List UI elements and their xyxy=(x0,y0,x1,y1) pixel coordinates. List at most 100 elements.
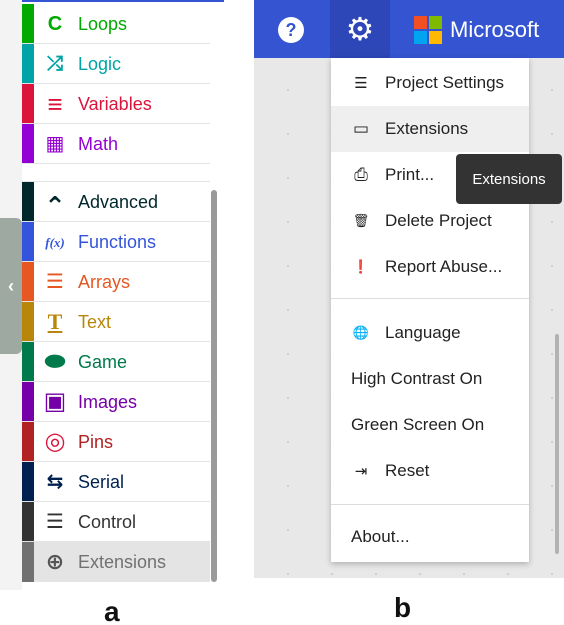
menu-item-label: Project Settings xyxy=(385,73,505,92)
menu-item-label: Reset xyxy=(385,461,430,480)
toolbox-category-list: C Loops ⤮ Logic ≡ Variables ▦ Math ⌃ Adv… xyxy=(22,4,210,586)
category-color-bar xyxy=(22,462,34,501)
category-images[interactable]: ▣ Images xyxy=(22,382,210,422)
menu-item-reset[interactable]: ⇥ Reset xyxy=(331,448,529,494)
menu-item-report-abuse[interactable]: ❗ Report Abuse... xyxy=(331,244,529,290)
logic-shuffle-icon: ⤮ xyxy=(47,53,63,75)
serial-usb-icon: ⇆ xyxy=(46,471,64,493)
category-color-bar xyxy=(22,542,34,582)
category-pins[interactable]: ◎ Pins xyxy=(22,422,210,462)
toolbox-top-border xyxy=(22,0,224,2)
category-color-bar xyxy=(22,262,34,301)
trash-icon: 🗑 xyxy=(352,213,370,228)
drive-icon: ▭ xyxy=(352,119,370,138)
category-advanced[interactable]: ⌃ Advanced xyxy=(22,182,210,222)
category-logic[interactable]: ⤮ Logic xyxy=(22,44,210,84)
category-color-bar xyxy=(22,4,34,43)
category-color-bar xyxy=(22,222,34,261)
toolbox-panel: C Loops ⤮ Logic ≡ Variables ▦ Math ⌃ Adv… xyxy=(0,0,224,590)
menu-separator xyxy=(331,298,529,299)
microsoft-brand-label: Microsoft xyxy=(450,17,540,42)
category-control[interactable]: ☰ Control xyxy=(22,502,210,542)
pins-target-icon: ◎ xyxy=(44,428,66,455)
menu-item-label: Green Screen On xyxy=(351,415,485,434)
functions-icon: f(x) xyxy=(45,234,65,250)
help-icon: ? xyxy=(285,19,297,40)
extensions-tooltip: Extensions xyxy=(456,154,562,204)
menu-item-green-screen[interactable]: Green Screen On xyxy=(331,402,529,448)
category-functions[interactable]: f(x) Functions xyxy=(22,222,210,262)
math-calculator-icon: ▦ xyxy=(45,133,65,155)
category-color-bar xyxy=(22,44,34,83)
menu-item-label: Delete Project xyxy=(385,211,492,230)
workspace-scrollbar[interactable] xyxy=(555,334,559,554)
category-label: Text xyxy=(78,312,112,332)
category-color-bar xyxy=(22,182,34,221)
menu-item-extensions[interactable]: ▭ Extensions xyxy=(331,106,529,152)
chevron-up-icon: ⌃ xyxy=(44,191,66,221)
category-color-bar xyxy=(22,124,34,163)
category-label: Math xyxy=(78,134,119,154)
menu-item-delete-project[interactable]: 🗑 Delete Project xyxy=(331,198,529,244)
sliders-icon: ☰ xyxy=(354,75,368,92)
arrays-list-icon: ☰ xyxy=(46,271,64,293)
control-server-icon: ☰ xyxy=(46,511,64,533)
settings-button[interactable]: ⚙ xyxy=(330,0,390,58)
menu-item-language[interactable]: 🌐 Language xyxy=(331,310,529,356)
category-label: Serial xyxy=(78,472,125,492)
menu-item-label: High Contrast On xyxy=(351,369,483,388)
chevron-left-icon: ‹ xyxy=(8,275,14,296)
category-label: Pins xyxy=(78,432,114,452)
category-label: Logic xyxy=(78,54,122,74)
microsoft-logo-icon xyxy=(414,16,442,44)
category-math[interactable]: ▦ Math xyxy=(22,124,210,164)
category-color-bar xyxy=(22,84,34,123)
category-label: Functions xyxy=(78,232,157,252)
category-label: Extensions xyxy=(78,552,167,572)
figure-caption-a: a xyxy=(104,596,120,625)
category-label: Advanced xyxy=(78,192,159,212)
category-color-bar xyxy=(22,422,34,461)
category-loops[interactable]: C Loops xyxy=(22,4,210,44)
category-label: Variables xyxy=(78,94,152,114)
menu-item-label: Report Abuse... xyxy=(385,257,503,276)
game-controller-icon: ⬬ xyxy=(44,348,66,375)
category-variables[interactable]: ≡ Variables xyxy=(22,84,210,124)
category-arrays[interactable]: ☰ Arrays xyxy=(22,262,210,302)
menu-item-label: Extensions xyxy=(385,119,469,138)
settings-dropdown-menu: ☰ Project Settings ▭ Extensions ⎙ Print.… xyxy=(331,58,529,562)
category-game[interactable]: ⬬ Game xyxy=(22,342,210,382)
category-label: Control xyxy=(78,512,137,532)
category-color-bar xyxy=(22,502,34,541)
category-label: Arrays xyxy=(78,272,131,292)
loops-icon: C xyxy=(47,13,63,35)
gear-icon: ⚙ xyxy=(345,11,375,47)
menu-item-label: Print... xyxy=(385,165,435,184)
text-icon: T xyxy=(47,309,63,334)
help-button[interactable]: ? xyxy=(278,17,304,43)
toolbox-divider xyxy=(22,172,210,182)
menu-item-label: Language xyxy=(385,323,461,342)
menu-item-about[interactable]: About... xyxy=(331,514,529,560)
printer-icon: ⎙ xyxy=(354,165,368,184)
category-color-bar xyxy=(22,302,34,341)
category-color-bar xyxy=(22,342,34,381)
settings-menu-panel: ? ⚙ Microsoft ☰ Project Settings ▭ Exten… xyxy=(254,0,564,578)
images-icon: ▣ xyxy=(43,388,67,415)
variables-icon: ≡ xyxy=(47,89,63,119)
menu-item-label: About... xyxy=(351,527,410,546)
category-text[interactable]: T Text xyxy=(22,302,210,342)
figure-caption-b: b xyxy=(394,592,412,623)
collapse-toolbox-button[interactable]: ‹ xyxy=(0,218,22,354)
menu-separator xyxy=(331,504,529,505)
globe-icon: 🌐 xyxy=(352,325,370,340)
category-label: Loops xyxy=(78,14,128,34)
toolbox-scrollbar[interactable] xyxy=(211,190,217,582)
category-color-bar xyxy=(22,382,34,421)
menu-item-project-settings[interactable]: ☰ Project Settings xyxy=(331,60,529,106)
category-extensions[interactable]: ⊕ Extensions xyxy=(22,542,210,582)
header-bar: ? ⚙ Microsoft xyxy=(254,0,564,58)
menu-item-high-contrast[interactable]: High Contrast On xyxy=(331,356,529,402)
reset-icon: ⇥ xyxy=(354,463,368,480)
category-serial[interactable]: ⇆ Serial xyxy=(22,462,210,502)
